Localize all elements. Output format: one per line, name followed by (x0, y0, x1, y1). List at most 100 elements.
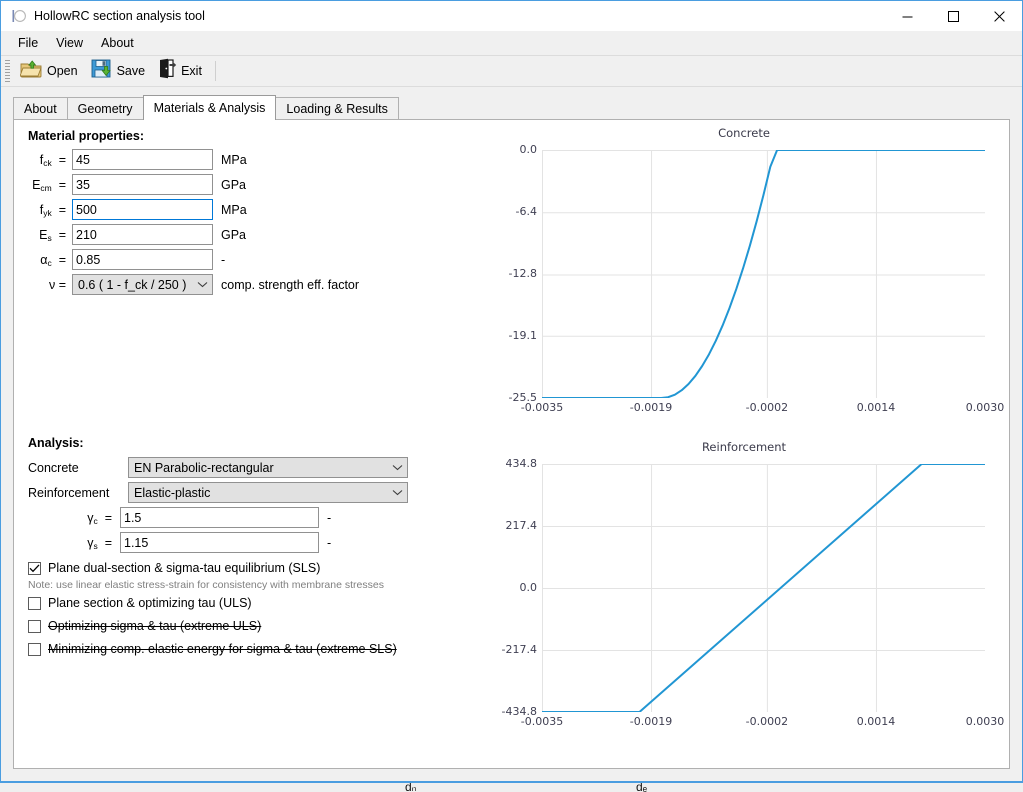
x-tick-label: 0.0014 (856, 715, 896, 728)
ecm-unit: GPa (221, 177, 247, 192)
check-mark-icon (29, 564, 40, 573)
minimize-button[interactable] (884, 1, 930, 32)
gamma-c-unit: - (327, 510, 332, 525)
menu-item-file[interactable]: File (9, 33, 47, 53)
open-button[interactable]: Open (15, 58, 86, 84)
nu-select[interactable]: 0.6 ( 1 - f_ck / 250 ) (72, 274, 213, 295)
toolbar-grip[interactable] (5, 60, 10, 82)
checkbox-uls-plane-section[interactable] (28, 597, 41, 610)
gamma-c-label: γc = (87, 510, 112, 526)
maximize-button[interactable] (930, 1, 976, 32)
es-input[interactable] (72, 224, 213, 245)
reinforcement-chart: Reinforcement -434.8 -217.4 0.0 217.4 434.8-… (484, 440, 1005, 750)
analysis-note: Note: use linear elastic stress-strain f… (28, 579, 384, 591)
y-tick-label: 0.0 (519, 143, 538, 156)
gamma-s-unit: - (327, 535, 332, 550)
checkbox-row-sls-dual-section[interactable]: Plane dual-section & sigma-tau equilibri… (28, 560, 408, 576)
field-row-fck: fck = MPa (22, 149, 359, 170)
exit-button[interactable]: Exit (153, 58, 210, 84)
field-row-es: Es = GPa (22, 224, 359, 245)
alpha-c-input[interactable] (72, 249, 213, 270)
chevron-down-icon (392, 458, 403, 477)
x-tick-label: -0.0002 (745, 715, 789, 728)
checkbox-label-extreme-sls: Minimizing comp. elastic energy for sigm… (48, 642, 397, 656)
analysis-heading: Analysis: (28, 436, 84, 450)
open-button-label: Open (47, 64, 78, 78)
x-tick-label: -0.0035 (520, 715, 564, 728)
checkbox-label-uls-plane-section: Plane section & optimizing tau (ULS) (48, 596, 252, 610)
window-title: HollowRC section analysis tool (34, 9, 205, 23)
x-tick-label: 0.0030 (965, 401, 1005, 414)
fck-unit: MPa (221, 152, 247, 167)
reinforcement-model-select[interactable]: Elastic-plastic (128, 482, 408, 503)
checkbox-extreme-sls[interactable] (28, 643, 41, 656)
nu-select-value: 0.6 ( 1 - f_ck / 250 ) (78, 277, 187, 292)
gamma-s-label: γs = (87, 535, 112, 551)
concrete-chart: Concrete -25.5 -19.1 -12.8 -6.4 0.0 -0.0035 -0… (484, 126, 1005, 426)
fyk-input[interactable] (72, 199, 213, 220)
tab-content-panel: Material properties: fck = MPa Ecm = GPa… (13, 119, 1010, 769)
save-button-label: Save (116, 64, 146, 78)
reinforcement-model-value: Elastic-plastic (134, 485, 211, 500)
checkbox-label-sls-dual-section: Plane dual-section & sigma-tau equilibri… (48, 561, 321, 575)
material-properties-heading: Material properties: (28, 129, 145, 143)
es-label: Es = (39, 227, 66, 243)
nu-unit: comp. strength eff. factor (221, 277, 360, 292)
field-row-alpha-c: αc = - (22, 249, 359, 270)
menu-bar: File View About (1, 31, 1022, 55)
gamma-c-input[interactable] (120, 507, 319, 528)
y-tick-label: 434.8 (505, 457, 538, 470)
y-tick-label: -12.8 (508, 267, 537, 281)
save-button[interactable]: Save (86, 58, 154, 84)
tab-loading-results[interactable]: Loading & Results (275, 97, 399, 119)
field-row-fyk: fyk = MPa (22, 199, 359, 220)
analysis-row-gamma-s: γs = - (28, 532, 408, 553)
ecm-input[interactable] (72, 174, 213, 195)
field-row-ecm: Ecm = GPa (22, 174, 359, 195)
concrete-model-value: EN Parabolic-rectangular (134, 460, 274, 475)
checkbox-row-extreme-sls[interactable]: Minimizing comp. elastic energy for sigm… (28, 641, 408, 657)
alpha-c-label: αc = (40, 252, 66, 268)
ecm-label: Ecm = (32, 177, 66, 193)
concrete-model-select[interactable]: EN Parabolic-rectangular (128, 457, 408, 478)
concrete-plot-area (542, 150, 985, 398)
tab-materials-analysis[interactable]: Materials & Analysis (142, 95, 277, 120)
tab-about[interactable]: About (13, 97, 68, 119)
checkbox-row-uls-plane-section[interactable]: Plane section & optimizing tau (ULS) (28, 595, 408, 611)
es-unit: GPa (221, 227, 247, 242)
field-row-nu: ν = 0.6 ( 1 - f_ck / 250 ) comp. strengt… (22, 274, 359, 295)
fyk-label: fyk = (39, 202, 66, 218)
x-tick-label: 0.0014 (856, 401, 896, 414)
background-window-sliver: dₙ dₑ (0, 782, 1023, 792)
nu-label: ν = (48, 277, 66, 292)
chevron-down-icon (392, 483, 403, 502)
x-tick-label: -0.0035 (520, 401, 564, 414)
y-tick-label: 217.4 (505, 519, 538, 532)
checkbox-row-extreme-uls[interactable]: Optimizing sigma & tau (extreme ULS) (28, 618, 408, 634)
tab-geometry[interactable]: Geometry (66, 97, 144, 119)
reinforcement-chart-title: Reinforcement (701, 440, 787, 454)
close-button[interactable] (976, 1, 1022, 32)
y-tick-label: -19.1 (508, 328, 537, 342)
exit-door-icon (158, 58, 177, 84)
y-tick-label: -6.4 (515, 205, 537, 219)
x-tick-label: -0.0002 (745, 401, 789, 414)
concrete-chart-title: Concrete (718, 126, 770, 140)
checkbox-extreme-uls[interactable] (28, 620, 41, 633)
concrete-model-label: Concrete (28, 460, 79, 475)
save-floppy-icon (91, 58, 113, 84)
background-window-text-fragment: dₑ (636, 782, 648, 792)
fck-input[interactable] (72, 149, 213, 170)
menu-item-about[interactable]: About (92, 33, 143, 53)
gamma-s-input[interactable] (120, 532, 319, 553)
fck-label: fck = (39, 152, 66, 168)
window-controls (884, 1, 1022, 32)
chevron-down-icon (197, 275, 208, 294)
menu-item-view[interactable]: View (47, 33, 92, 53)
fyk-unit: MPa (221, 202, 247, 217)
toolbar-separator (214, 61, 216, 81)
x-tick-label: 0.0030 (965, 715, 1005, 728)
x-tick-label: -0.0019 (629, 401, 673, 414)
checkbox-sls-dual-section[interactable] (28, 562, 41, 575)
title-bar: HollowRC section analysis tool (1, 0, 1022, 31)
